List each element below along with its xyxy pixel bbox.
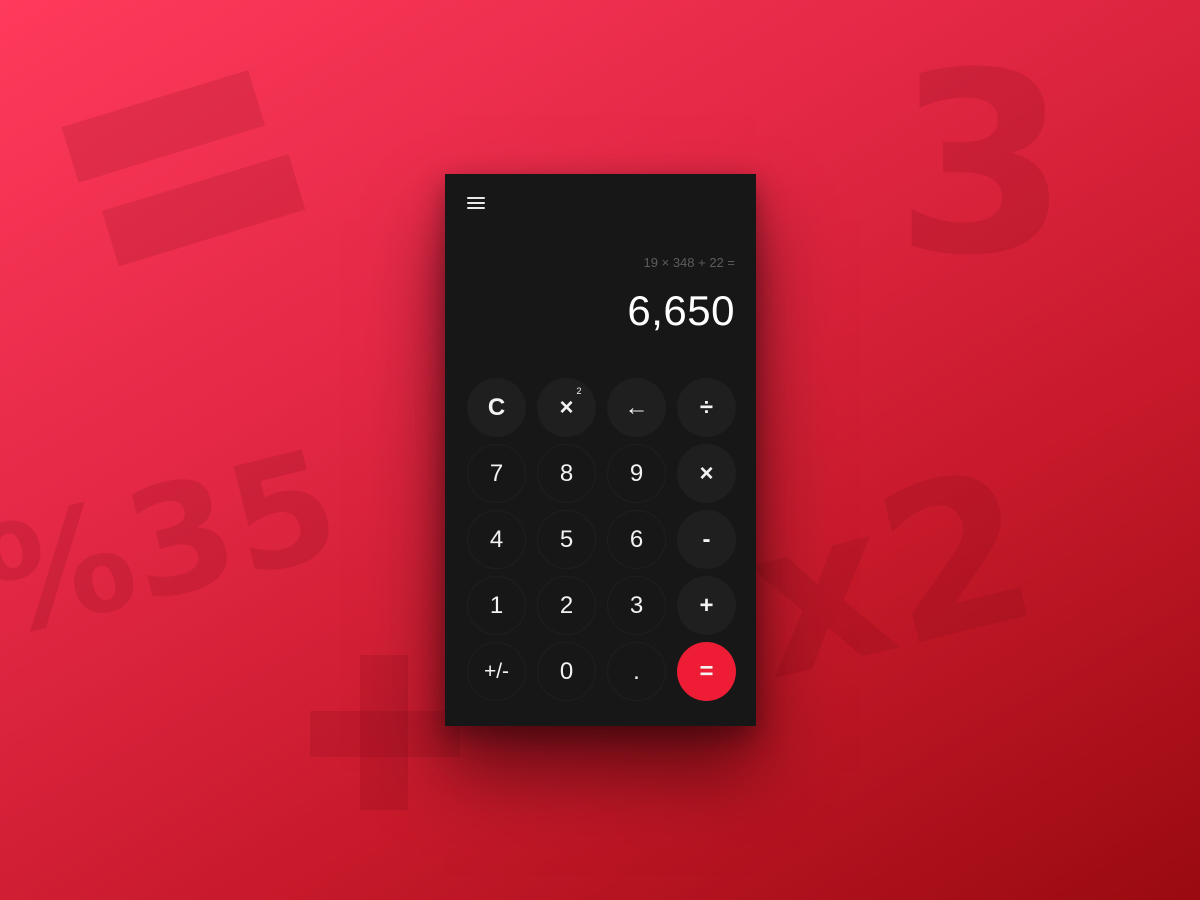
digit-2-button[interactable]: 2 — [537, 576, 596, 635]
clear-button[interactable]: C — [467, 378, 526, 437]
hamburger-menu-icon[interactable] — [463, 190, 491, 216]
keypad: C × 2 ← ÷ 7 8 9 × 4 5 6 - 1 2 3 + +/- 0 … — [467, 378, 737, 704]
square-base: × — [559, 393, 574, 421]
background-percent35-glyph: %35 — [0, 417, 355, 673]
digit-6-button[interactable]: 6 — [607, 510, 666, 569]
result-display: 6,650 — [627, 287, 735, 334]
sign-toggle-button[interactable]: +/- — [467, 642, 526, 701]
backspace-button[interactable]: ← — [607, 378, 666, 437]
digit-5-button[interactable]: 5 — [537, 510, 596, 569]
digit-0-button[interactable]: 0 — [537, 642, 596, 701]
square-button[interactable]: × 2 — [537, 378, 596, 437]
expression-display: 19 × 348 + 22 = — [643, 255, 735, 270]
background-three-glyph: 3 — [895, 19, 1069, 310]
background-equals-glyph — [56, 41, 334, 300]
background-plus-glyph — [310, 655, 460, 810]
multiply-button[interactable]: × — [677, 444, 736, 503]
decimal-button[interactable]: . — [607, 642, 666, 701]
square-exponent: 2 — [576, 385, 582, 396]
minus-button[interactable]: - — [677, 510, 736, 569]
plus-button[interactable]: + — [677, 576, 736, 635]
square-label: × 2 — [559, 386, 581, 422]
digit-4-button[interactable]: 4 — [467, 510, 526, 569]
digit-1-button[interactable]: 1 — [467, 576, 526, 635]
calculator-panel: 19 × 348 + 22 = 6,650 C × 2 ← ÷ 7 8 9 × … — [445, 174, 756, 726]
equals-button[interactable]: = — [677, 642, 736, 701]
digit-7-button[interactable]: 7 — [467, 444, 526, 503]
digit-3-button[interactable]: 3 — [607, 576, 666, 635]
digit-8-button[interactable]: 8 — [537, 444, 596, 503]
divide-button[interactable]: ÷ — [677, 378, 736, 437]
background-x2-glyph: x2 — [724, 421, 1057, 728]
digit-9-button[interactable]: 9 — [607, 444, 666, 503]
